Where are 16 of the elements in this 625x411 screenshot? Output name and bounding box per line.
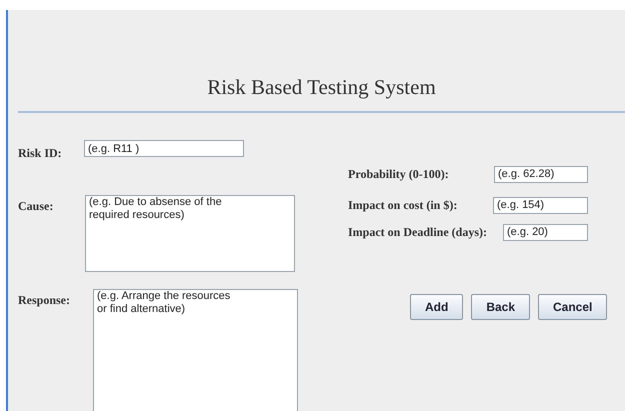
field-label: Probability (0-100): [348, 166, 450, 183]
field-label: Cause: [18, 198, 54, 215]
input-field[interactable]: (e.g. R11 ) [84, 140, 244, 157]
button[interactable]: Add [410, 294, 464, 320]
field-label: Risk ID: [18, 145, 63, 162]
input-field[interactable]: (e.g. 154) [493, 196, 588, 214]
text-area[interactable]: (e.g. Arrange the resources or find alternative) [93, 289, 298, 411]
button[interactable]: Cancel [538, 294, 608, 320]
window-title: Risk Based Testing System [206, 74, 437, 100]
field-label: Impact on Deadline (days): [348, 224, 488, 241]
input-field[interactable]: (e.g. 20) [503, 224, 588, 240]
field-label: Response: [18, 292, 72, 309]
text-area[interactable]: (e.g. Due to absense of the required resources) [85, 195, 295, 272]
field-label: Impact on cost (in $): [348, 197, 458, 214]
input-field[interactable]: (e.g. 62.28) [494, 166, 588, 182]
button[interactable]: Back [471, 294, 530, 320]
